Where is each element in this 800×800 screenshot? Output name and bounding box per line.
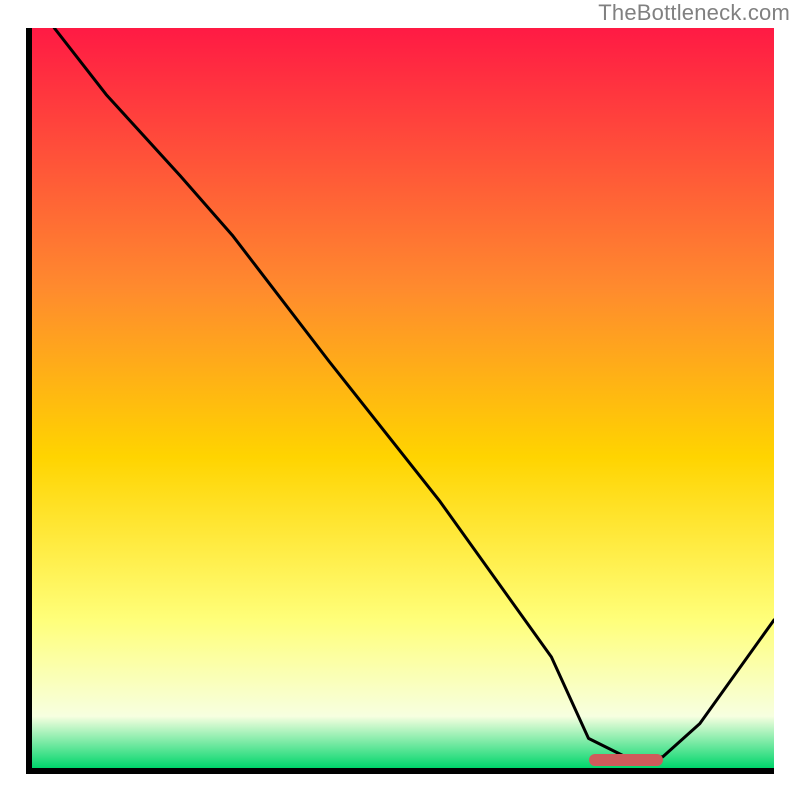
x-axis xyxy=(26,768,774,774)
plot-area xyxy=(32,28,774,768)
chart-stage: TheBottleneck.com xyxy=(0,0,800,800)
optimal-range-marker xyxy=(589,754,663,766)
watermark-text: TheBottleneck.com xyxy=(598,0,790,26)
gradient-background xyxy=(32,28,774,768)
plot-svg xyxy=(32,28,774,768)
